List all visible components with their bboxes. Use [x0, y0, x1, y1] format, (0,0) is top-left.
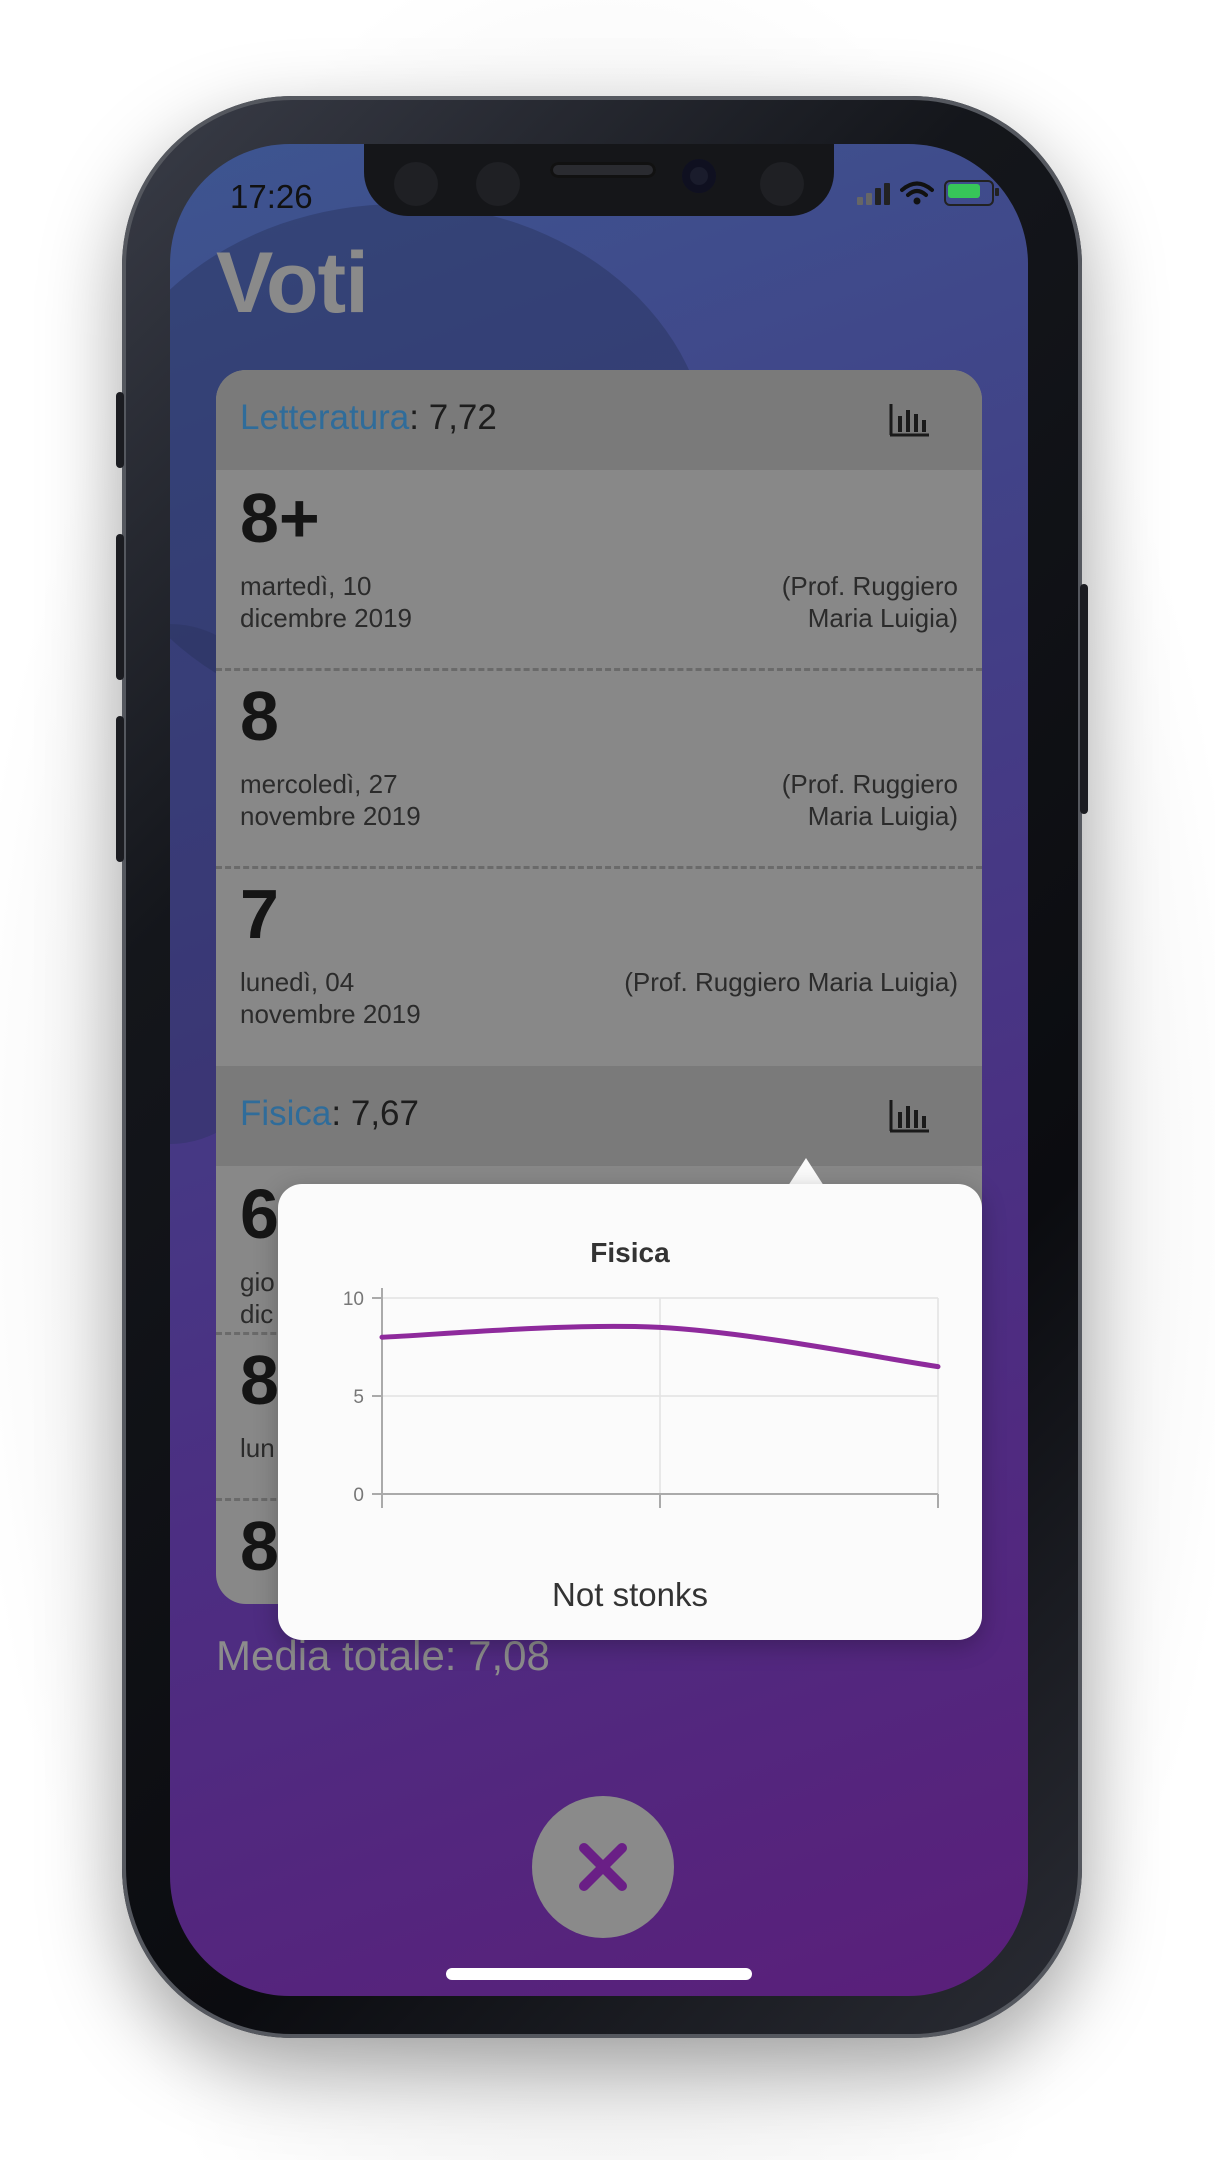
side-button-silent — [116, 392, 124, 468]
grade-teacher: (Prof. Ruggiero Maria Luigia) — [781, 571, 958, 633]
notch — [364, 144, 834, 216]
subject-name: Letteratura — [240, 398, 410, 437]
wifi-icon — [900, 181, 934, 205]
grade-value: 6 — [240, 1175, 279, 1253]
subject-header-letteratura: Letteratura: 7,72 — [216, 370, 982, 470]
battery-icon — [944, 180, 999, 206]
page-title: Voti — [216, 235, 369, 331]
grade-date: martedì, 10 dicembre 2019 — [240, 571, 412, 633]
grade-item[interactable]: 8+ martedì, 10 dicembre 2019 (Prof. Rugg… — [216, 470, 982, 668]
side-button-volume-down — [116, 716, 124, 862]
grade-teacher: (Prof. Ruggiero Maria Luigia) — [624, 967, 958, 997]
subject-header-fisica: Fisica: 7,67 — [216, 1066, 982, 1166]
grade-item[interactable]: 8 mercoledì, 27 novembre 2019 (Prof. Rug… — [216, 668, 982, 866]
subject-name: Fisica — [240, 1094, 332, 1133]
side-button-volume-up — [116, 534, 124, 680]
subject-title: Fisica: 7,67 — [240, 1094, 419, 1134]
y-tick-label: 5 — [353, 1387, 364, 1408]
popover-arrow — [788, 1158, 824, 1186]
popover-caption: Not stonks — [552, 1576, 708, 1613]
close-button[interactable] — [532, 1796, 674, 1938]
subject-average: : 7,72 — [409, 398, 497, 437]
y-tick-label: 10 — [343, 1289, 364, 1310]
signal-icon — [857, 181, 890, 205]
grade-value: 8 — [240, 1341, 279, 1419]
grade-value: 7 — [240, 875, 279, 953]
side-button-power — [1080, 584, 1088, 814]
grade-value: 8 — [240, 1507, 279, 1585]
grade-teacher: (Prof. Ruggiero Maria Luigia) — [781, 769, 958, 831]
grade-item[interactable]: 7 lunedì, 04 novembre 2019 (Prof. Ruggie… — [216, 866, 982, 1066]
chart-popover[interactable]: Fisica 0 5 10 Not stonks — [278, 1184, 982, 1640]
grade-value: 8 — [240, 677, 279, 755]
phone-screen: 17:26 Voti Letteratura: 7,72 8+ martedì,… — [170, 144, 1028, 1996]
grade-value: 8+ — [240, 479, 320, 557]
grade-date: lunedì, 04 novembre 2019 — [240, 967, 421, 1029]
grade-date: mercoledì, 27 novembre 2019 — [240, 769, 421, 831]
bar-chart-icon[interactable] — [888, 402, 930, 438]
status-time: 17:26 — [230, 178, 313, 215]
home-indicator — [446, 1968, 752, 1980]
bar-chart-icon[interactable] — [888, 1098, 930, 1134]
close-icon — [579, 1843, 627, 1891]
subject-average: : 7,67 — [331, 1094, 419, 1133]
subject-title: Letteratura: 7,72 — [240, 398, 497, 438]
chart-title: Fisica — [590, 1237, 670, 1268]
status-icons — [857, 180, 999, 206]
y-tick-label: 0 — [353, 1485, 364, 1506]
grade-trend-chart: Fisica 0 5 10 — [343, 1237, 941, 1508]
